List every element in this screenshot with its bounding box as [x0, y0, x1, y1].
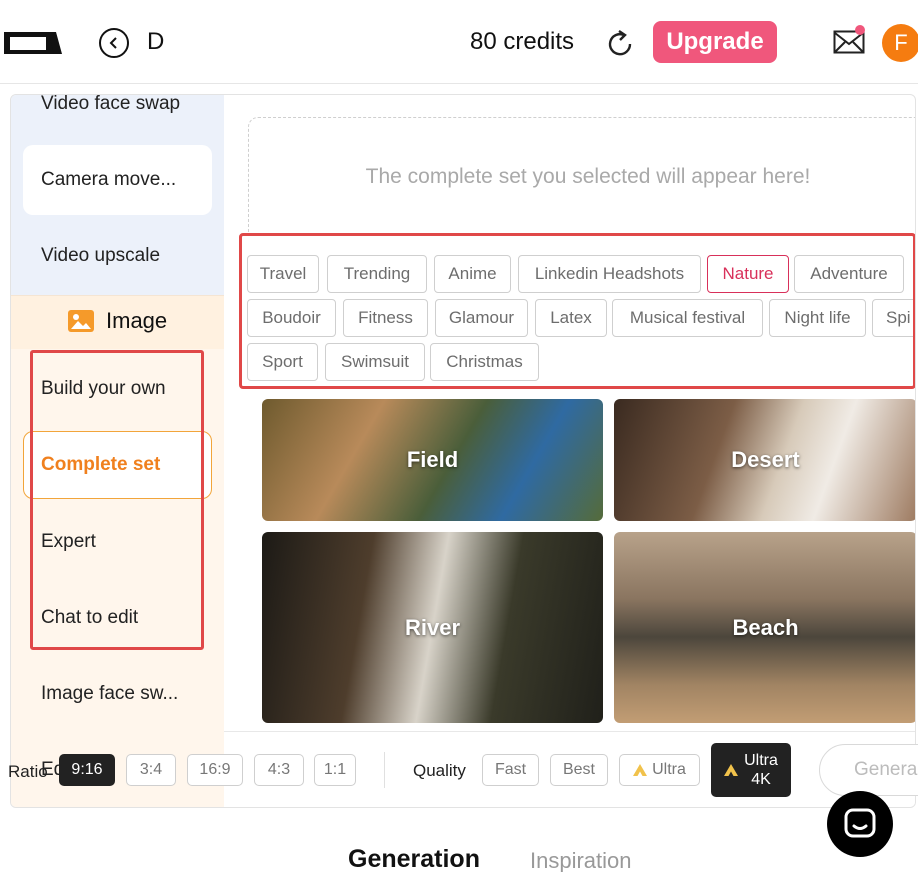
sidebar-item-complete-set[interactable]: Complete set	[23, 431, 212, 499]
drop-zone-placeholder: The complete set you selected will appea…	[365, 165, 811, 188]
tile-label: River	[404, 614, 461, 640]
quality-option-fast[interactable]: Fast	[482, 754, 539, 786]
sidebar-item-video-face-swap[interactable]: Video face swap	[41, 95, 180, 115]
ultra-4k-line2: 4K	[751, 771, 771, 788]
ultra-icon	[724, 764, 739, 776]
ratio-option-9-16[interactable]: 9:16	[59, 754, 115, 786]
main-panel: Video face swap Camera move... Video ups…	[10, 94, 916, 808]
image-icon	[68, 310, 94, 332]
generate-button[interactable]: Genera	[819, 744, 918, 796]
tile-field[interactable]: Field	[262, 399, 603, 521]
project-name: D	[147, 28, 165, 55]
quality-option-label: Ultra	[652, 761, 686, 778]
toolbar-divider	[384, 752, 385, 788]
notification-dot	[855, 25, 865, 35]
tag-boudoir[interactable]: Boudoir	[247, 299, 336, 337]
ratio-option-16-9[interactable]: 16:9	[187, 754, 243, 786]
tile-label: Desert	[731, 447, 800, 472]
credits-count: 80 credits	[470, 28, 575, 55]
quality-label: Quality	[413, 761, 466, 780]
sidebar-item-label: Complete set	[41, 454, 161, 475]
tag-latex[interactable]: Latex	[535, 299, 607, 337]
sidebar-item-build-your-own[interactable]: Build your own	[41, 378, 166, 400]
tag-night-life[interactable]: Night life	[769, 299, 866, 337]
upgrade-button[interactable]: Upgrade	[653, 21, 777, 63]
sidebar-item-video-upscale[interactable]: Video upscale	[41, 245, 160, 267]
ultra-4k-label: Ultra 4K	[744, 751, 778, 789]
sidebar-item-expert[interactable]: Expert	[41, 531, 96, 553]
quality-option-ultra-4k[interactable]: Ultra 4K	[711, 743, 791, 797]
tag-spi[interactable]: Spi	[872, 299, 913, 337]
tag-travel[interactable]: Travel	[247, 255, 319, 293]
chevron-left-icon	[109, 37, 117, 49]
back-button[interactable]	[99, 28, 129, 58]
tag-sport[interactable]: Sport	[247, 343, 318, 381]
tile-river[interactable]: River	[262, 532, 603, 723]
tile-label: Field	[406, 447, 459, 472]
tag-christmas[interactable]: Christmas	[430, 343, 539, 381]
tag-linkedin-headshots[interactable]: Linkedin Headshots	[518, 255, 701, 293]
selection-drop-zone: The complete set you selected will appea…	[248, 117, 915, 247]
preset-gallery: Field Desert River Beach	[262, 399, 915, 729]
tag-nature[interactable]: Nature	[707, 255, 789, 293]
tile-beach[interactable]: Beach	[614, 532, 915, 723]
tag-fitness[interactable]: Fitness	[343, 299, 428, 337]
tag-adventure[interactable]: Adventure	[794, 255, 904, 293]
category-tag-list: Travel Trending Anime Linkedin Headshots…	[239, 233, 915, 389]
ratio-option-1-1[interactable]: 1:1	[314, 754, 356, 786]
image-section-label: Image	[106, 308, 168, 333]
ratio-label: Ratio	[8, 762, 48, 781]
tile-label: Beach	[732, 614, 799, 640]
quality-option-ultra[interactable]: Ultra	[619, 754, 700, 786]
sidebar-item-camera-move[interactable]: Camera move...	[23, 145, 212, 215]
ultra-icon	[633, 764, 648, 776]
refresh-icon[interactable]	[604, 28, 636, 60]
tag-trending[interactable]: Trending	[327, 255, 427, 293]
top-header: D 80 credits Upgrade F	[0, 0, 918, 84]
sidebar: Video face swap Camera move... Video ups…	[11, 95, 224, 807]
sidebar-item-image-face-swap[interactable]: Image face sw...	[41, 683, 178, 705]
tag-anime[interactable]: Anime	[434, 255, 511, 293]
ultra-4k-line1: Ultra	[744, 752, 778, 769]
tag-glamour[interactable]: Glamour	[435, 299, 528, 337]
tag-swimsuit[interactable]: Swimsuit	[325, 343, 425, 381]
sidebar-item-chat-to-edit[interactable]: Chat to edit	[41, 607, 138, 629]
tag-musical-festival[interactable]: Musical festival	[612, 299, 763, 337]
chat-support-button[interactable]	[827, 791, 893, 857]
image-section-title: Image	[68, 308, 167, 334]
sidebar-item-label: Camera move...	[41, 169, 177, 190]
tile-desert[interactable]: Desert	[614, 399, 915, 521]
ratio-option-4-3[interactable]: 4:3	[254, 754, 304, 786]
tab-inspiration[interactable]: Inspiration	[530, 848, 632, 872]
chat-icon	[844, 808, 876, 838]
ratio-option-3-4[interactable]: 3:4	[126, 754, 176, 786]
user-avatar[interactable]: F	[882, 24, 918, 62]
brand-logo[interactable]	[4, 28, 62, 56]
tab-generation[interactable]: Generation	[348, 845, 480, 872]
quality-option-best[interactable]: Best	[550, 754, 608, 786]
app-root: D 80 credits Upgrade F Video face swap C…	[0, 0, 918, 872]
